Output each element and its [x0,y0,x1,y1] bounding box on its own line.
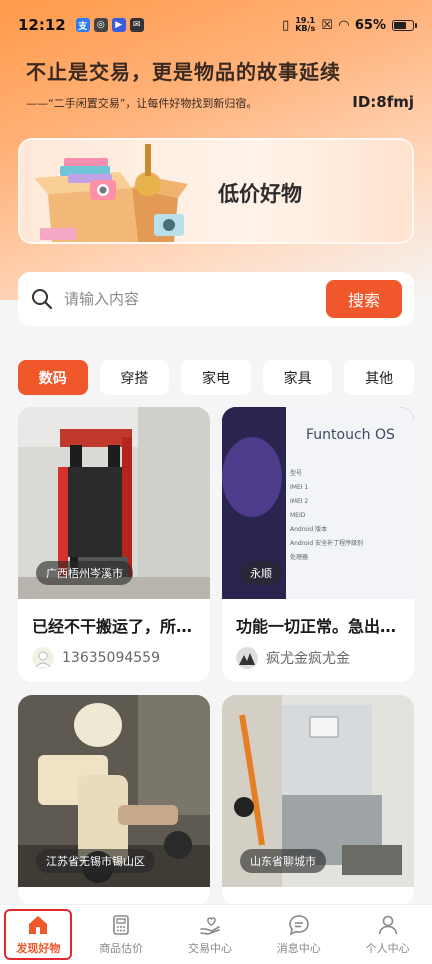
nav-profile[interactable]: 个人中心 [348,913,428,956]
search-button[interactable]: 搜索 [326,280,402,318]
hero-subline: ——“二手闲置交易”，让每件好物找到新归宿。 [26,97,258,110]
message-notification-icon: ✉ [129,18,144,32]
phone-info-list: 型号 IMEI 1 IMEI 2 MEID Android 版本 Android… [290,470,364,561]
nav-discover[interactable]: 发现好物 [4,909,73,960]
alipay-notification-icon: 支 [75,18,90,32]
category-tabs: 数码 穿搭 家电 家具 其他 [18,360,414,395]
nav-label: 交易中心 [187,942,232,955]
nav-label: 消息中心 [276,942,321,955]
tab-furniture[interactable]: 家具 [262,360,333,395]
sim-off-icon: ☒ [321,17,333,33]
nav-label: 商品估价 [99,942,144,955]
product-photo: 山东省聊城市 [222,695,414,887]
battery-icon [392,19,417,31]
avatar [236,647,258,669]
location-badge: 山东省聊城市 [240,849,326,873]
product-card[interactable]: 广西梧州岑溪市 已经不干搬运了，所以出售 13635094559 [18,407,210,682]
search-icon [32,289,53,310]
status-time: 12:12 [18,16,66,34]
product-card[interactable]: Funtouch OS 型号 IMEI 1 IMEI 2 MEID Androi… [222,407,414,682]
network-speed: 19.1 KB/s [295,16,316,33]
seller-name: 13635094559 [62,650,160,666]
calculator-icon [113,915,129,935]
product-card[interactable]: 山东省聊城市 [222,695,414,905]
seller-info: 13635094559 [32,647,210,669]
nav-messages[interactable]: 消息中心 [259,913,339,956]
location-badge: 江苏省无锡市锡山区 [36,849,155,873]
product-photo: 江苏省无锡市锡山区 [18,695,210,887]
nav-label: 个人中心 [365,942,410,955]
bottom-navigation: 发现好物 商品估价 交易中心 消息中心 个人中心 [0,904,432,964]
product-photo: Funtouch OS 型号 IMEI 1 IMEI 2 MEID Androi… [222,407,414,599]
tab-appliances[interactable]: 家电 [181,360,251,395]
chat-icon [288,915,309,936]
hand-heart-icon [200,917,220,935]
nav-label: 发现好物 [16,942,61,955]
product-title: 功能一切正常。急出，懂的来 [236,617,400,636]
search-bar: 搜索 [18,272,414,326]
tab-digital[interactable]: 数码 [18,360,88,395]
tab-other[interactable]: 其他 [344,360,414,395]
vibrate-icon: ▯ [282,17,290,33]
product-photo: 广西梧州岑溪市 [18,407,210,599]
banner-title: 低价好物 [218,182,302,206]
phone-os-name: Funtouch OS [306,427,395,443]
nav-trade-center[interactable]: 交易中心 [170,913,250,956]
product-card[interactable]: 江苏省无锡市锡山区 [18,695,210,905]
nav-valuation[interactable]: 商品估价 [81,913,161,956]
home-icon [29,916,48,934]
battery-percent: 65% [354,17,386,33]
user-id: ID:8fmj [352,93,414,111]
user-icon [378,915,397,935]
seller-info: 疯尤金疯尤金 [236,647,414,669]
status-bar: 12:12 支 ◎ ▶ ✉ ▯ 19.1 KB/s ☒ ◠ 65% [0,0,432,50]
wifi-icon: ◠ [338,17,349,33]
search-input[interactable] [64,290,326,308]
tab-clothing[interactable]: 穿搭 [99,360,170,395]
status-indicators: ▯ 19.1 KB/s ☒ ◠ 65% [282,16,417,33]
app-notification-icon: ◎ [93,18,108,32]
hero-headline: 不止是交易，更是物品的故事延续 [26,60,341,84]
low-price-banner[interactable]: 低价好物 [18,138,414,244]
location-badge: 永顺 [240,561,282,585]
gift-box-illustration [34,144,188,242]
product-title: 已经不干搬运了，所以出售 [32,617,196,636]
avatar [32,647,54,669]
location-badge: 广西梧州岑溪市 [36,561,133,585]
play-notification-icon: ▶ [111,18,126,32]
seller-name: 疯尤金疯尤金 [266,651,350,667]
